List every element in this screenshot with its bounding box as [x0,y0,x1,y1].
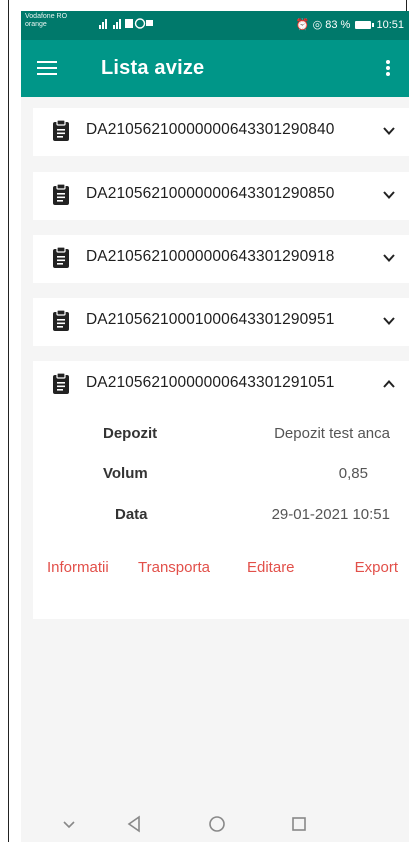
clipboard-icon [53,184,69,205]
aviz-card: DA21056210001000643301290951 [33,298,409,346]
clipboard-icon [53,247,69,268]
battery-percent: 83 % [325,19,351,31]
clipboard-icon [53,373,69,394]
aviz-card: DA21056210000000643301290850 [33,172,409,220]
chevron-down-icon[interactable] [57,812,81,836]
chevron-down-icon[interactable] [382,314,396,328]
transporta-button[interactable]: Transporta [138,559,210,576]
carrier-secondary: orange [25,21,47,28]
export-button[interactable]: Export [355,559,398,576]
page-title: Lista avize [101,57,205,79]
aviz-card: DA21056210000000643301290840 [33,108,409,156]
phone-screen: Vodafone RO orange ⏰ ◎ 83 % 10:51 Lista … [21,11,409,842]
aviz-id: DA21056210000000643301290918 [86,248,335,265]
recents-icon[interactable] [287,812,311,836]
carrier-info: Vodafone RO orange [25,13,67,29]
aviz-card-header[interactable]: DA21056210000000643301290840 [33,108,409,156]
aviz-card: DA21056210000000643301290918 [33,235,409,283]
clock: 10:51 [376,19,404,31]
editare-button[interactable]: Editare [247,559,295,576]
clipboard-icon [53,310,69,331]
aviz-card-header[interactable]: DA21056210000000643301291051 [33,361,409,409]
informatii-button[interactable]: Informatii [47,559,109,576]
chevron-down-icon[interactable] [382,188,396,202]
chevron-down-icon[interactable] [382,124,396,138]
more-vert-icon[interactable] [382,60,394,80]
status-right: ⏰ ◎ 83 % 10:51 [296,18,404,31]
aviz-id: DA21056210000000643301290850 [86,185,335,202]
detail-row-depozit: Depozit Depozit test anca [33,425,409,449]
home-icon[interactable] [205,812,229,836]
window-frame-left [8,0,9,842]
data-label: Data [115,506,148,523]
detail-row-data: Data 29-01-2021 10:51 [33,506,409,530]
app-bar: Lista avize [21,40,409,97]
depozit-label: Depozit [103,425,158,442]
volum-value: 0,85 [338,465,368,482]
aviz-card-header[interactable]: DA21056210001000643301290951 [33,298,409,346]
chevron-up-icon[interactable] [382,377,396,391]
system-nav-bar [21,806,409,842]
battery-icon [355,21,375,30]
aviz-id: DA21056210001000643301290951 [86,311,335,328]
aviz-card-expanded: DA21056210000000643301291051 Depozit Dep… [33,361,409,619]
alarm-icon: ⏰ [295,19,310,31]
location-icon: ◎ [312,19,323,31]
aviz-id: DA21056210000000643301290840 [86,121,335,138]
hamburger-icon[interactable] [37,57,63,79]
signal-strength-icon [99,18,153,29]
chevron-down-icon[interactable] [382,251,396,265]
signal-icons [99,17,153,32]
data-value: 29-01-2021 10:51 [271,506,390,523]
status-bar: Vodafone RO orange ⏰ ◎ 83 % 10:51 [21,11,409,40]
back-icon[interactable] [123,812,147,836]
aviz-id: DA21056210000000643301291051 [86,374,335,391]
volum-label: Volum [103,465,148,482]
aviz-card-header[interactable]: DA21056210000000643301290918 [33,235,409,283]
depozit-value: Depozit test anca [274,425,390,442]
aviz-card-header[interactable]: DA21056210000000643301290850 [33,172,409,220]
clipboard-icon [53,120,69,141]
detail-row-volum: Volum 0,85 [33,465,409,489]
carrier-name: Vodafone RO [25,13,68,20]
card-actions: Informatii Transporta Editare Export [33,559,409,583]
